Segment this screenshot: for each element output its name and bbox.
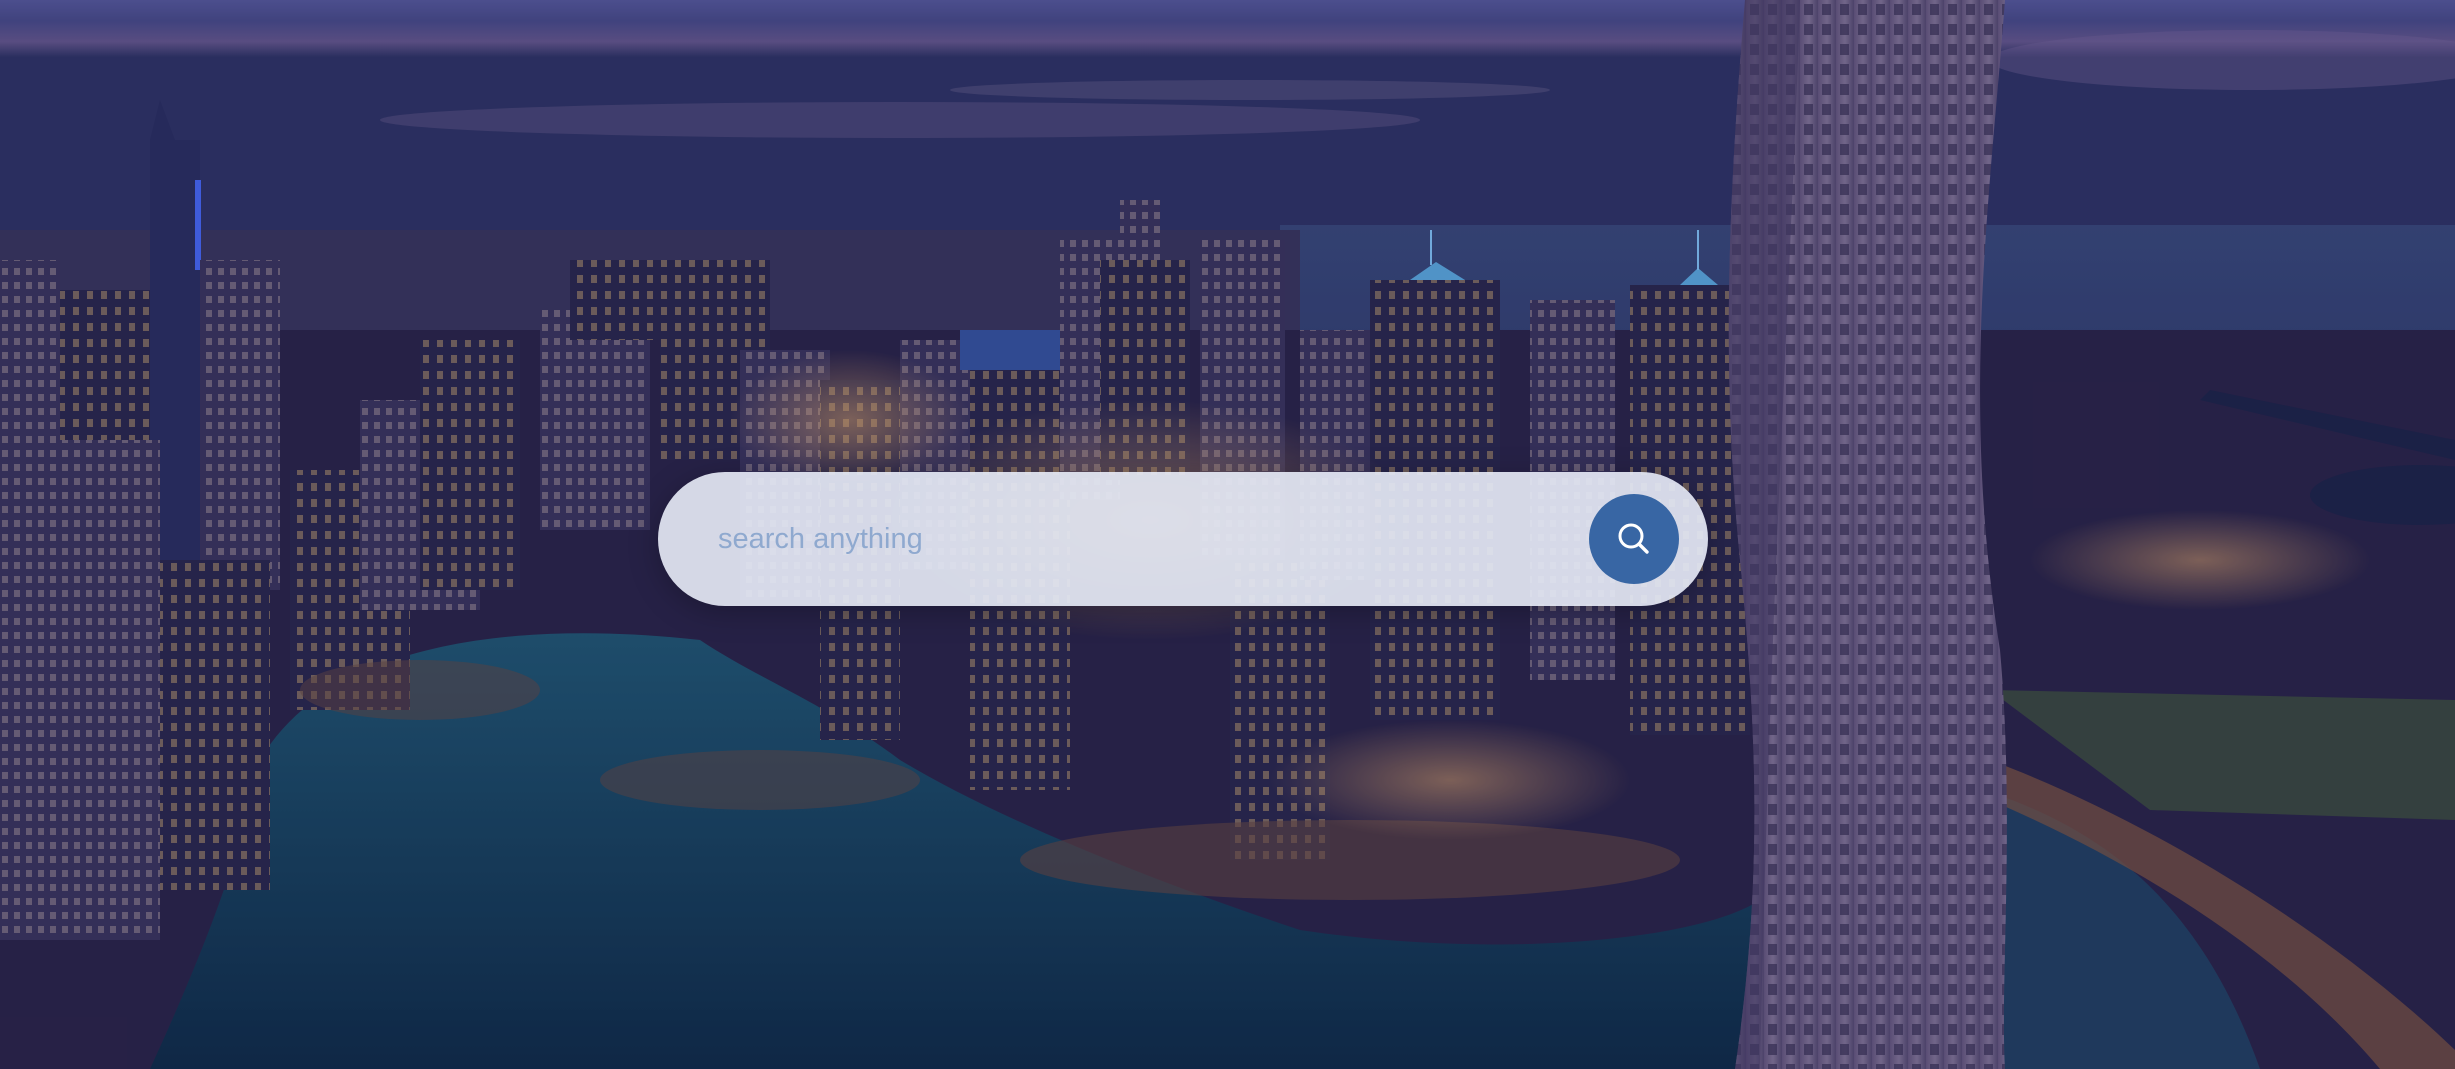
search-button[interactable]	[1589, 494, 1679, 584]
hero-background	[0, 0, 2455, 1069]
search-icon	[1618, 523, 1649, 554]
search-input[interactable]	[718, 472, 1558, 606]
search-bar	[658, 472, 1708, 606]
